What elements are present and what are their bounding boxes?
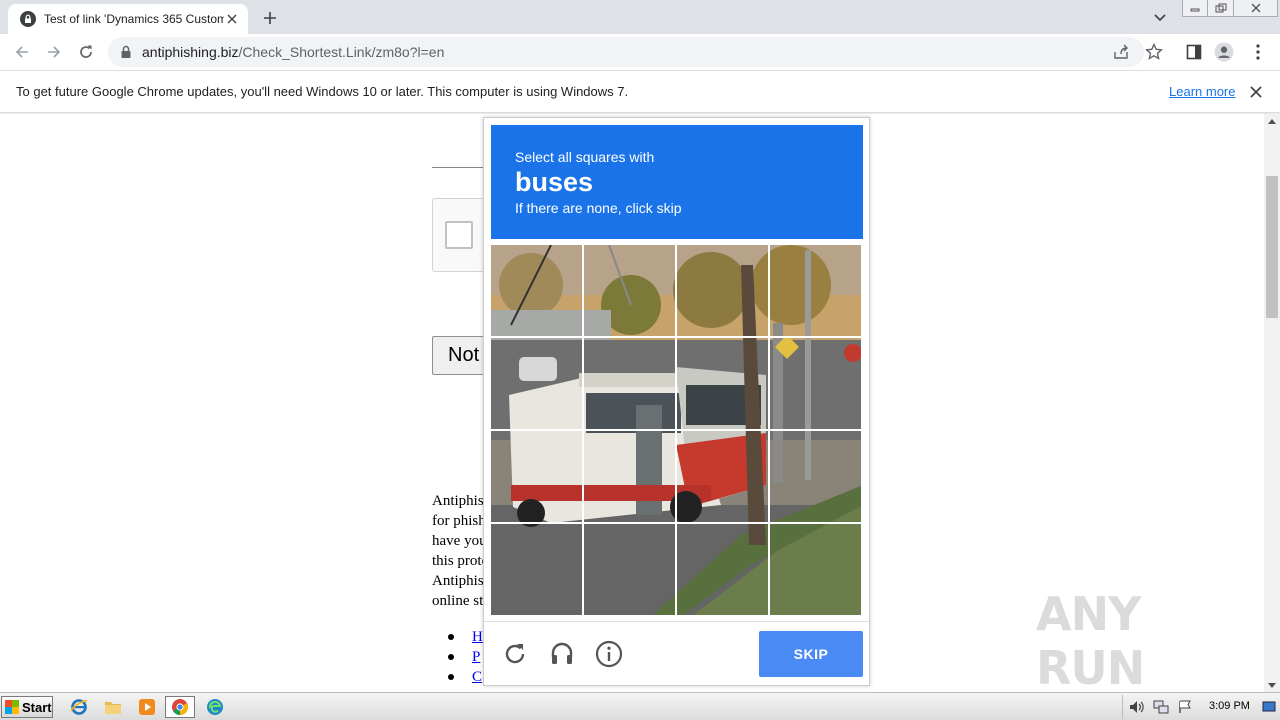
scrollbar-thumb[interactable] bbox=[1266, 176, 1278, 318]
media-player-icon[interactable] bbox=[132, 696, 162, 718]
captcha-tile[interactable] bbox=[770, 524, 861, 615]
page-link[interactable]: P bbox=[472, 647, 480, 667]
explorer-icon[interactable] bbox=[98, 696, 128, 718]
scroll-up-icon[interactable] bbox=[1264, 114, 1280, 128]
windows-logo-icon bbox=[5, 700, 19, 714]
tab-strip: Test of link 'Dynamics 365 Customer bbox=[0, 0, 1280, 34]
challenge-target: buses bbox=[515, 167, 594, 197]
captcha-tile[interactable] bbox=[677, 524, 768, 615]
captcha-tile[interactable] bbox=[491, 431, 582, 522]
network-icon[interactable] bbox=[1153, 699, 1169, 715]
challenge-header: Select all squares with buses If there a… bbox=[491, 125, 863, 239]
browser-toolbar: antiphishing.biz/Check_Shortest.Link/zm8… bbox=[0, 34, 1280, 71]
volume-icon[interactable] bbox=[1129, 699, 1145, 715]
captcha-tile[interactable] bbox=[584, 524, 675, 615]
captcha-tile[interactable] bbox=[491, 524, 582, 615]
page-scrollbar[interactable] bbox=[1264, 114, 1280, 692]
clock: 3:09 PM bbox=[1209, 700, 1250, 712]
show-desktop-icon[interactable] bbox=[1261, 699, 1277, 715]
tab-title: Test of link 'Dynamics 365 Customer bbox=[44, 12, 224, 26]
edge-icon[interactable] bbox=[200, 696, 230, 718]
new-tab-button[interactable] bbox=[258, 6, 282, 30]
forward-icon[interactable] bbox=[42, 40, 66, 64]
system-tray: 3:09 PM bbox=[1122, 695, 1280, 719]
captcha-tile[interactable] bbox=[770, 245, 861, 336]
start-label: Start bbox=[22, 699, 52, 715]
start-button[interactable]: Start bbox=[1, 696, 53, 718]
url-domain: antiphishing.biz bbox=[142, 44, 239, 60]
captcha-tile[interactable] bbox=[584, 431, 675, 522]
link-list: H P C bbox=[448, 627, 483, 687]
recaptcha-checkbox[interactable] bbox=[445, 221, 473, 249]
url-path: /Check_Shortest.Link/zm8o?l=en bbox=[238, 44, 445, 60]
close-icon[interactable] bbox=[224, 11, 240, 27]
scroll-down-icon[interactable] bbox=[1264, 678, 1280, 692]
skip-button[interactable]: SKIP bbox=[759, 631, 863, 677]
challenge-hint: If there are none, click skip bbox=[515, 200, 682, 216]
challenge-footer: SKIP bbox=[484, 621, 869, 685]
infobar-message: To get future Google Chrome updates, you… bbox=[16, 84, 629, 99]
reload-icon[interactable] bbox=[501, 640, 529, 668]
captcha-tile[interactable] bbox=[491, 245, 582, 336]
ie-icon[interactable] bbox=[64, 696, 94, 718]
chrome-icon[interactable] bbox=[165, 696, 195, 718]
close-icon[interactable] bbox=[1248, 84, 1264, 100]
captcha-tile[interactable] bbox=[584, 245, 675, 336]
side-panel-icon[interactable] bbox=[1184, 42, 1204, 62]
challenge-prompt: Select all squares with bbox=[515, 149, 655, 165]
update-infobar: To get future Google Chrome updates, you… bbox=[0, 71, 1280, 113]
browser-tab[interactable]: Test of link 'Dynamics 365 Customer bbox=[8, 4, 248, 34]
captcha-tile[interactable] bbox=[677, 431, 768, 522]
window-controls bbox=[1182, 0, 1278, 18]
address-bar[interactable]: antiphishing.biz/Check_Shortest.Link/zm8… bbox=[108, 37, 1144, 67]
anyrun-watermark: ANY RUN bbox=[1036, 587, 1236, 692]
captcha-tile[interactable] bbox=[584, 338, 675, 429]
profile-icon[interactable] bbox=[1214, 42, 1234, 62]
page-link[interactable]: H bbox=[472, 627, 483, 647]
lock-icon[interactable] bbox=[120, 45, 132, 59]
list-item: C bbox=[448, 667, 483, 687]
windows-taskbar: Start 3:09 PM bbox=[0, 692, 1280, 720]
menu-icon[interactable] bbox=[1248, 42, 1268, 62]
page-link[interactable]: C bbox=[472, 667, 482, 687]
star-icon[interactable] bbox=[1144, 42, 1164, 62]
share-icon[interactable] bbox=[1112, 43, 1130, 61]
minimize-button[interactable] bbox=[1182, 0, 1208, 17]
captcha-tile[interactable] bbox=[770, 431, 861, 522]
reload-icon[interactable] bbox=[74, 40, 98, 64]
learn-more-link[interactable]: Learn more bbox=[1169, 84, 1235, 99]
captcha-tile[interactable] bbox=[770, 338, 861, 429]
lock-icon bbox=[20, 11, 36, 27]
captcha-tile[interactable] bbox=[677, 245, 768, 336]
info-icon[interactable] bbox=[595, 640, 623, 668]
audio-icon[interactable] bbox=[548, 640, 576, 668]
chevron-down-icon[interactable] bbox=[1150, 8, 1170, 28]
window-close-button[interactable] bbox=[1234, 0, 1278, 17]
list-item: H bbox=[448, 627, 483, 647]
back-icon[interactable] bbox=[10, 40, 34, 64]
watermark-text: ANY RUN bbox=[1036, 587, 1145, 692]
flag-icon[interactable] bbox=[1177, 699, 1193, 715]
url-text: antiphishing.biz/Check_Shortest.Link/zm8… bbox=[142, 44, 444, 60]
list-item: P bbox=[448, 647, 483, 667]
captcha-tile[interactable] bbox=[677, 338, 768, 429]
image-grid bbox=[491, 245, 863, 617]
captcha-tile[interactable] bbox=[491, 338, 582, 429]
captcha-challenge: Select all squares with buses If there a… bbox=[483, 117, 870, 686]
restore-button[interactable] bbox=[1208, 0, 1234, 17]
